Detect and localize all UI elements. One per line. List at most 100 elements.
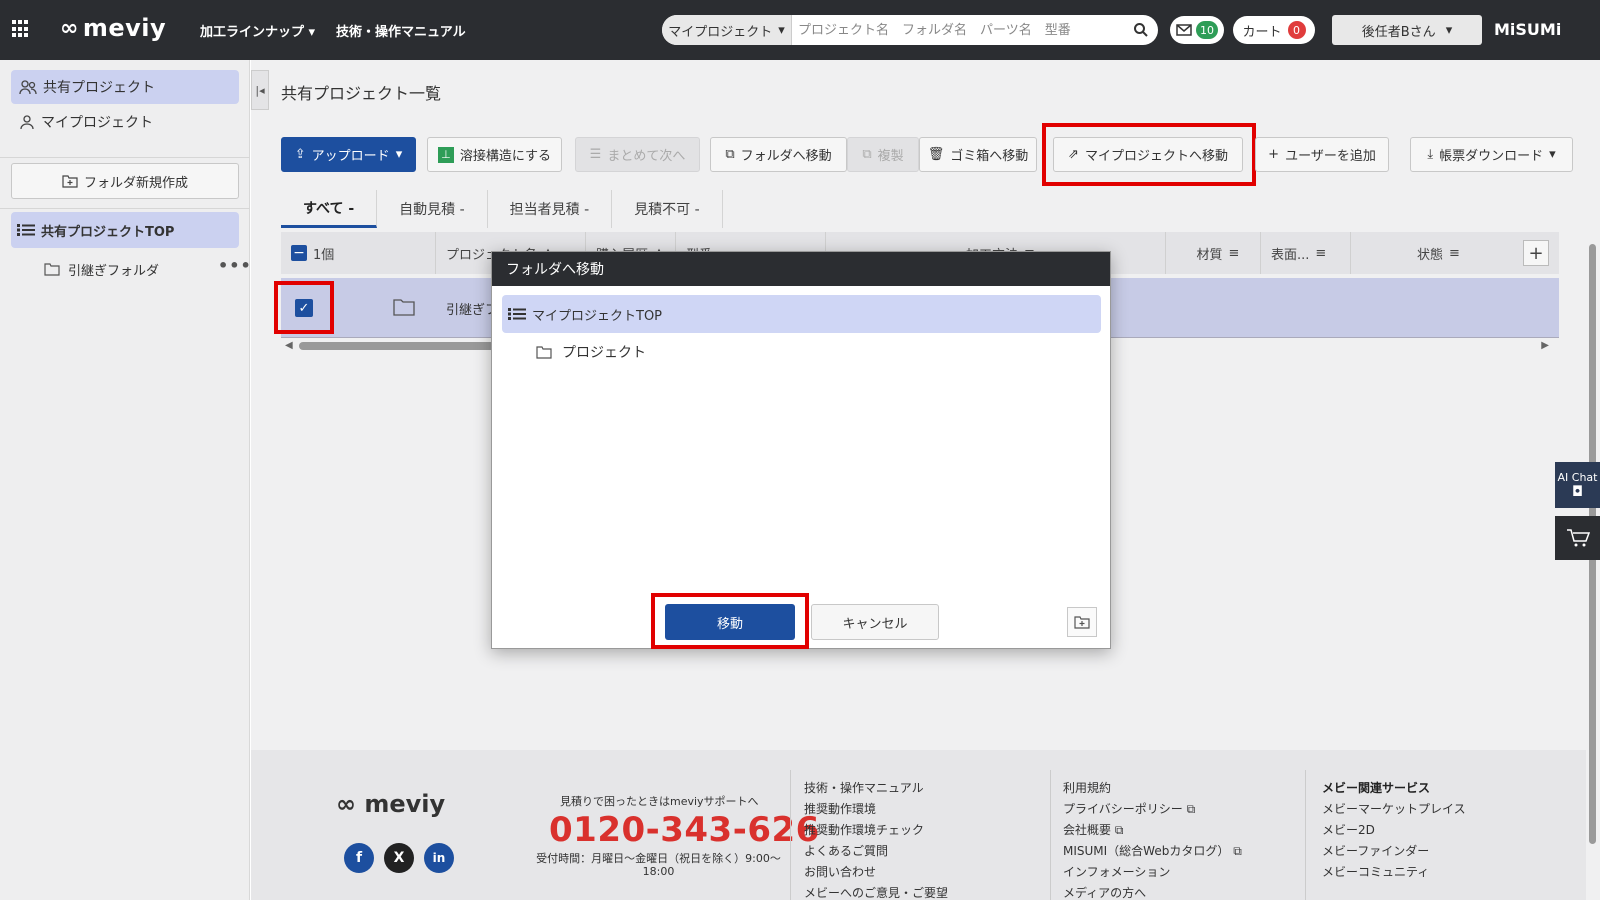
col-material[interactable]: 材質 ≡ (1166, 232, 1261, 274)
mail-count-badge: 10 (1196, 21, 1218, 39)
col-surface[interactable]: 表面... ≡ (1261, 232, 1351, 274)
footer-link[interactable]: 会社概要 ⧉ (1063, 821, 1123, 838)
footer-link[interactable]: メビー2D (1322, 821, 1375, 838)
search-bar: マイプロジェクト ▾ (662, 15, 1158, 45)
footer-link[interactable]: プライバシーポリシー ⧉ (1063, 800, 1195, 817)
user-icon (20, 115, 34, 130)
download-icon: ⤓ (1427, 147, 1434, 162)
upload-button[interactable]: ⇪ アップロード ▾ (281, 137, 416, 172)
scroll-right-icon[interactable]: ▶ (1541, 340, 1549, 351)
scroll-left-icon[interactable]: ◀ (285, 340, 293, 351)
copy-button[interactable]: ⧉ 複製 (847, 137, 919, 172)
footer-link[interactable]: 推奨動作環境 (804, 800, 876, 817)
footer-link[interactable]: メディアの方へ (1063, 884, 1146, 900)
search-icon[interactable] (1124, 15, 1158, 45)
cancel-button[interactable]: キャンセル (811, 604, 939, 640)
linkedin-icon[interactable]: in (424, 843, 454, 873)
copy-icon: ⧉ (862, 147, 872, 162)
chevron-down-icon: ▾ (1445, 22, 1453, 38)
footer-link[interactable]: メビーマーケットプレイス (1322, 800, 1466, 817)
footer-link[interactable]: 技術・操作マニュアル (804, 779, 924, 796)
footer-link[interactable]: 利用規約 (1063, 779, 1111, 796)
collapse-sidebar-button[interactable]: |◂ (251, 70, 269, 110)
sidebar-item-shared-projects[interactable]: 共有プロジェクト (11, 70, 239, 104)
footer-link[interactable]: よくあるご質問 (804, 842, 888, 859)
search-input[interactable] (792, 16, 1124, 44)
tab-staff-estimate[interactable]: 担当者見積 - (488, 190, 613, 228)
footer-link[interactable]: お問い合わせ (804, 863, 876, 880)
more-options-icon[interactable]: ••• (218, 256, 252, 275)
facebook-icon[interactable]: f (344, 843, 374, 873)
divider (0, 208, 250, 209)
cart-button[interactable]: カート 0 (1233, 16, 1315, 44)
folder-icon (536, 345, 552, 359)
weld-structure-button[interactable]: ⊥ 溶接構造にする (427, 137, 562, 172)
batch-next-button[interactable]: ☰ まとめて次へ (575, 137, 700, 172)
x-icon[interactable]: X (384, 843, 414, 873)
ai-chat-button[interactable]: AI Chat ◘ (1555, 462, 1600, 508)
divider (1050, 770, 1051, 900)
external-link-icon: ⧉ (1114, 823, 1124, 837)
tree-item-shared-top[interactable]: 共有プロジェクトTOP (11, 212, 239, 248)
misumi-logo[interactable]: MiSUMi (1494, 20, 1561, 39)
filter-tabs: すべて - 自動見積 - 担当者見積 - 見積不可 - (281, 190, 723, 228)
add-column-icon[interactable]: + (1523, 240, 1549, 266)
footer-link[interactable]: 推奨動作環境チェック (804, 821, 924, 838)
tab-all[interactable]: すべて - (281, 190, 378, 228)
move-to-my-project-button[interactable]: ⇗ マイプロジェクトへ移動 (1053, 137, 1243, 172)
nav-manual[interactable]: 技術・操作マニュアル (336, 21, 466, 40)
users-icon (19, 80, 37, 95)
add-user-icon: + (1268, 147, 1280, 162)
floating-cart-button[interactable] (1555, 516, 1600, 560)
mail-icon (1176, 24, 1192, 36)
folder-move-icon: ⧉ (725, 147, 735, 162)
move-to-folder-button[interactable]: ⧉ フォルダへ移動 (710, 137, 847, 172)
footer-link[interactable]: メビーコミュニティ (1322, 863, 1429, 880)
trash-button[interactable]: 🗑 ゴミ箱へ移動 (919, 137, 1037, 172)
dialog-title: フォルダへ移動 (492, 252, 1110, 286)
tree-item-my-project-top[interactable]: マイプロジェクトTOP (502, 295, 1101, 333)
footer-link[interactable]: メビーへのご意見・ご要望 (804, 884, 948, 900)
support-phone[interactable]: 0120-343-626 (549, 810, 820, 850)
new-folder-button[interactable]: フォルダ新規作成 (11, 163, 239, 199)
user-menu-select[interactable]: 後任者Bさん ▾ (1332, 15, 1482, 45)
select-all[interactable]: − 1個 (281, 232, 436, 274)
add-user-button[interactable]: + ユーザーを追加 (1255, 137, 1389, 172)
sidebar-item-my-projects[interactable]: マイプロジェクト (11, 105, 239, 139)
footer-logo[interactable]: ∞ meviy (336, 790, 445, 818)
footer-link[interactable]: インフォメーション (1063, 863, 1170, 880)
chevron-down-icon: ▾ (778, 22, 785, 38)
app-grid-icon[interactable] (12, 20, 30, 38)
upload-icon: ⇪ (294, 147, 306, 162)
menu-icon: ≡ (1449, 245, 1460, 261)
select-all-checkbox[interactable]: − (291, 245, 307, 261)
footer-link[interactable]: MISUMI（総合Webカタログ） ⧉ (1063, 842, 1242, 859)
support-hours: 受付時間：月曜日〜金曜日（祝日を除く）9:00〜18:00 (536, 852, 781, 878)
meviy-logo-mark-icon: ∞ (336, 790, 356, 818)
new-folder-icon[interactable] (1067, 607, 1097, 637)
cart-count-badge: 0 (1287, 21, 1306, 39)
footer-link[interactable]: メビーファインダー (1322, 842, 1429, 859)
col-status[interactable]: 状態 ≡ (1351, 232, 1516, 274)
move-button[interactable]: 移動 (665, 604, 795, 640)
page-title: 共有プロジェクト一覧 (281, 84, 442, 103)
chevron-down-icon: ▾ (1549, 147, 1556, 162)
external-link-icon: ⧉ (1233, 844, 1242, 858)
search-scope-select[interactable]: マイプロジェクト ▾ (662, 15, 792, 45)
row-checkbox[interactable]: ✓ (295, 299, 313, 317)
nav-processing-lineup[interactable]: 加工ラインナップ ▾ (200, 21, 315, 40)
tree-item-handover-folder[interactable]: 引継ぎフォルダ (44, 256, 239, 282)
menu-icon: ≡ (1228, 245, 1240, 261)
mail-button[interactable]: 10 (1170, 16, 1224, 44)
move-folder-dialog: フォルダへ移動 マイプロジェクトTOP プロジェクト 移動 キャンセル (491, 251, 1111, 649)
menu-icon: ≡ (1315, 245, 1327, 261)
report-download-button[interactable]: ⤓ 帳票ダウンロード ▾ (1410, 137, 1573, 172)
tab-no-estimate[interactable]: 見積不可 - (612, 190, 723, 228)
tree-item-project[interactable]: プロジェクト (536, 339, 646, 365)
weld-icon: ⊥ (437, 146, 454, 163)
chevron-down-icon: ▾ (395, 147, 403, 162)
meviy-logo[interactable]: ∞ meviy (60, 14, 166, 42)
scroll-thumb[interactable] (299, 342, 499, 350)
footer-heading: メビー関連サービス (1322, 781, 1431, 795)
tab-auto-estimate[interactable]: 自動見積 - (377, 190, 488, 228)
